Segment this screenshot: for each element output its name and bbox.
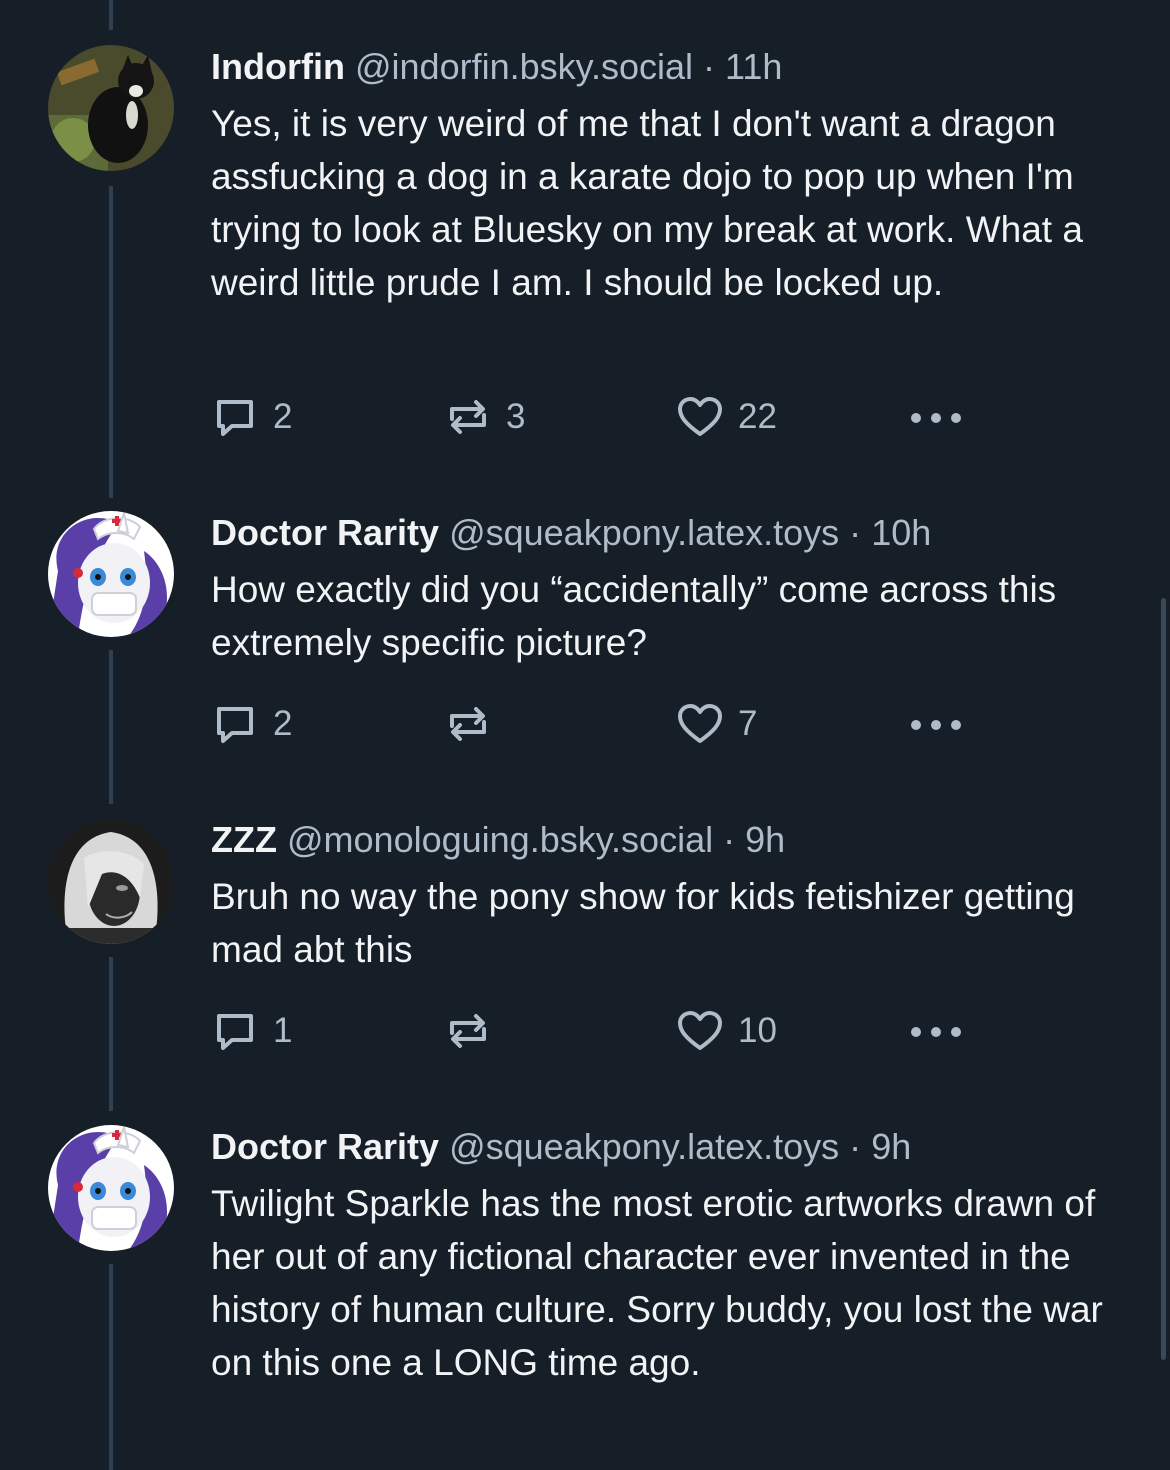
- reply-button[interactable]: 2: [211, 392, 292, 442]
- repost-button[interactable]: 3: [444, 392, 525, 442]
- avatar[interactable]: [48, 511, 174, 637]
- more-options-button[interactable]: [908, 392, 964, 442]
- separator: ·: [703, 46, 716, 87]
- post-header: Indorfin @indorfin.bsky.social · 11h: [211, 45, 1111, 89]
- like-button[interactable]: 7: [676, 699, 757, 749]
- avatar[interactable]: [48, 818, 174, 944]
- heart-icon: [678, 397, 722, 436]
- more-options-button[interactable]: [908, 1006, 964, 1056]
- handle[interactable]: @indorfin.bsky.social: [355, 46, 693, 87]
- post-header: Doctor Rarity @squeakpony.latex.toys · 9…: [211, 1125, 1111, 1169]
- reply-icon: [217, 707, 253, 743]
- scrollbar[interactable]: [1161, 598, 1166, 1360]
- reply-count: 2: [273, 704, 293, 743]
- thread-line: [109, 957, 113, 1111]
- post-text: Bruh no way the pony show for kids fetis…: [211, 876, 1075, 970]
- post-header: Doctor Rarity @squeakpony.latex.toys · 1…: [211, 511, 1111, 555]
- thread-line: [109, 0, 113, 30]
- like-count: 22: [738, 397, 777, 436]
- thread-line: [109, 650, 113, 804]
- handle[interactable]: @monologuing.bsky.social: [287, 819, 713, 860]
- post-header: ZZZ @monologuing.bsky.social · 9h: [211, 818, 1111, 862]
- like-button[interactable]: 10: [676, 1006, 777, 1056]
- repost-icon: [450, 400, 486, 434]
- more-icon: [911, 720, 961, 730]
- post-actions: 2 3 22: [211, 392, 971, 442]
- post-actions: 1 10: [211, 1006, 971, 1056]
- repost-button[interactable]: [444, 1006, 506, 1056]
- separator: ·: [849, 512, 862, 553]
- reply-count: 1: [273, 1011, 293, 1050]
- repost-count: 3: [506, 397, 526, 436]
- reply-icon: [217, 400, 253, 436]
- reply-button[interactable]: 1: [211, 1006, 292, 1056]
- display-name[interactable]: Indorfin: [211, 46, 345, 87]
- separator: ·: [849, 1126, 862, 1167]
- like-count: 7: [738, 704, 758, 743]
- timestamp[interactable]: 9h: [871, 1126, 911, 1167]
- heart-icon: [678, 1011, 722, 1050]
- pony-nurse-avatar-icon: [48, 1125, 174, 1251]
- thread-line: [109, 1264, 113, 1470]
- pony-nurse-avatar-icon: [48, 511, 174, 637]
- display-name[interactable]: Doctor Rarity: [211, 512, 439, 553]
- heart-icon: [678, 704, 722, 743]
- post-text: Twilight Sparkle has the most erotic art…: [211, 1183, 1103, 1383]
- reply-icon: [217, 1014, 253, 1050]
- handle[interactable]: @squeakpony.latex.toys: [449, 1126, 839, 1167]
- like-button[interactable]: 22: [676, 392, 777, 442]
- like-count: 10: [738, 1011, 777, 1050]
- timestamp[interactable]: 11h: [725, 46, 782, 87]
- separator: ·: [723, 819, 736, 860]
- more-options-button[interactable]: [908, 699, 964, 749]
- display-name[interactable]: Doctor Rarity: [211, 1126, 439, 1167]
- handle[interactable]: @squeakpony.latex.toys: [449, 512, 839, 553]
- avatar[interactable]: [48, 1125, 174, 1251]
- more-icon: [911, 413, 961, 423]
- repost-icon: [450, 1014, 486, 1048]
- post-text: Yes, it is very weird of me that I don't…: [211, 103, 1083, 303]
- timestamp[interactable]: 9h: [745, 819, 785, 860]
- thread-line: [109, 186, 113, 498]
- repost-button[interactable]: [444, 699, 506, 749]
- cat-avatar-icon: [48, 45, 174, 171]
- post-text: How exactly did you “accidentally” come …: [211, 569, 1057, 663]
- post-actions: 2 7: [211, 699, 971, 749]
- white-hair-avatar-icon: [48, 818, 174, 944]
- avatar[interactable]: [48, 45, 174, 171]
- repost-icon: [450, 707, 486, 741]
- reply-count: 2: [273, 397, 293, 436]
- display-name[interactable]: ZZZ: [211, 819, 277, 860]
- more-icon: [911, 1027, 961, 1037]
- timestamp[interactable]: 10h: [871, 512, 931, 553]
- reply-button[interactable]: 2: [211, 699, 292, 749]
